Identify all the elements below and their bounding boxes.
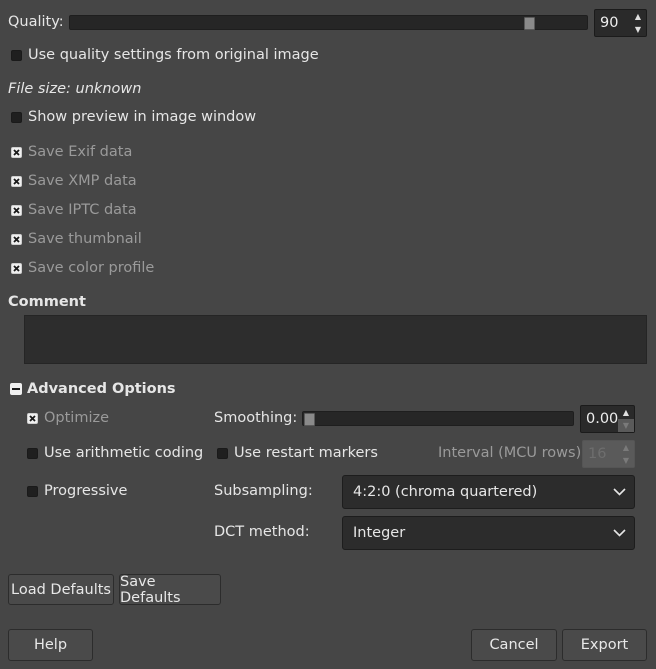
progressive-label[interactable]: Progressive: [44, 483, 127, 499]
quality-decrement-icon[interactable]: ▼: [630, 23, 646, 36]
subsampling-combo[interactable]: 4:2:0 (chroma quartered): [342, 475, 635, 509]
interval-decrement-icon[interactable]: ▼: [618, 454, 634, 467]
restart-markers-checkbox[interactable]: [217, 448, 228, 459]
smoothing-decrement-icon[interactable]: ▼: [618, 419, 634, 432]
quality-value[interactable]: 90: [600, 15, 618, 31]
file-size-label: File size: unknown: [8, 81, 142, 97]
save-thumbnail-checkbox[interactable]: [11, 234, 22, 245]
quality-slider[interactable]: [69, 15, 588, 30]
collapse-icon[interactable]: [10, 383, 22, 395]
dct-method-combo[interactable]: Integer: [342, 516, 635, 550]
save-iptc-checkbox[interactable]: [11, 205, 22, 216]
save-iptc-label[interactable]: Save IPTC data: [28, 202, 137, 218]
smoothing-spinbox[interactable]: 0.00 ▲ ▼: [580, 405, 635, 433]
interval-label: Interval (MCU rows):: [438, 445, 587, 461]
optimize-checkbox[interactable]: [27, 413, 38, 424]
subsampling-label: Subsampling:: [214, 483, 313, 499]
save-color-profile-label[interactable]: Save color profile: [28, 260, 154, 276]
interval-increment-icon[interactable]: ▲: [618, 441, 634, 454]
check-x-icon: [13, 265, 20, 272]
comment-heading: Comment: [8, 294, 86, 310]
interval-value[interactable]: 16: [588, 446, 606, 462]
save-exif-label[interactable]: Save Exif data: [28, 144, 132, 160]
show-preview-checkbox[interactable]: [11, 112, 22, 123]
save-thumbnail-label[interactable]: Save thumbnail: [28, 231, 142, 247]
use-original-quality-label[interactable]: Use quality settings from original image: [28, 47, 319, 63]
quality-slider-handle[interactable]: [524, 17, 535, 30]
comment-textarea[interactable]: [24, 315, 647, 364]
progressive-checkbox[interactable]: [27, 486, 38, 497]
export-button[interactable]: Export: [562, 629, 647, 661]
dct-method-label: DCT method:: [214, 524, 310, 540]
quality-spinbox[interactable]: 90 ▲ ▼: [594, 9, 647, 37]
use-original-quality-checkbox[interactable]: [11, 50, 22, 61]
save-defaults-button[interactable]: Save Defaults: [119, 574, 221, 606]
save-xmp-checkbox[interactable]: [11, 176, 22, 187]
smoothing-increment-icon[interactable]: ▲: [618, 406, 634, 419]
optimize-label[interactable]: Optimize: [44, 410, 109, 426]
restart-markers-label[interactable]: Use restart markers: [234, 445, 378, 461]
interval-spinbox[interactable]: 16 ▲ ▼: [582, 440, 635, 468]
subsampling-value: 4:2:0 (chroma quartered): [353, 484, 538, 500]
save-xmp-label[interactable]: Save XMP data: [28, 173, 137, 189]
dct-method-value: Integer: [353, 525, 406, 541]
arithmetic-coding-label[interactable]: Use arithmetic coding: [44, 445, 203, 461]
smoothing-slider-handle[interactable]: [304, 413, 315, 426]
show-preview-label[interactable]: Show preview in image window: [28, 109, 256, 125]
check-x-icon: [13, 236, 20, 243]
quality-increment-icon[interactable]: ▲: [630, 10, 646, 23]
smoothing-slider[interactable]: [302, 411, 574, 426]
save-color-profile-checkbox[interactable]: [11, 263, 22, 274]
arithmetic-coding-checkbox[interactable]: [27, 448, 38, 459]
check-x-icon: [13, 149, 20, 156]
check-x-icon: [13, 178, 20, 185]
check-x-icon: [29, 415, 36, 422]
chevron-down-icon: [613, 488, 626, 496]
help-button[interactable]: Help: [8, 629, 93, 661]
quality-label: Quality:: [8, 14, 64, 30]
check-x-icon: [13, 207, 20, 214]
save-exif-checkbox[interactable]: [11, 147, 22, 158]
cancel-button[interactable]: Cancel: [471, 629, 557, 661]
load-defaults-button[interactable]: Load Defaults: [8, 574, 114, 605]
chevron-down-icon: [613, 529, 626, 537]
smoothing-label: Smoothing:: [214, 410, 298, 426]
advanced-options-expander[interactable]: Advanced Options: [27, 381, 176, 397]
smoothing-value[interactable]: 0.00: [586, 411, 618, 427]
